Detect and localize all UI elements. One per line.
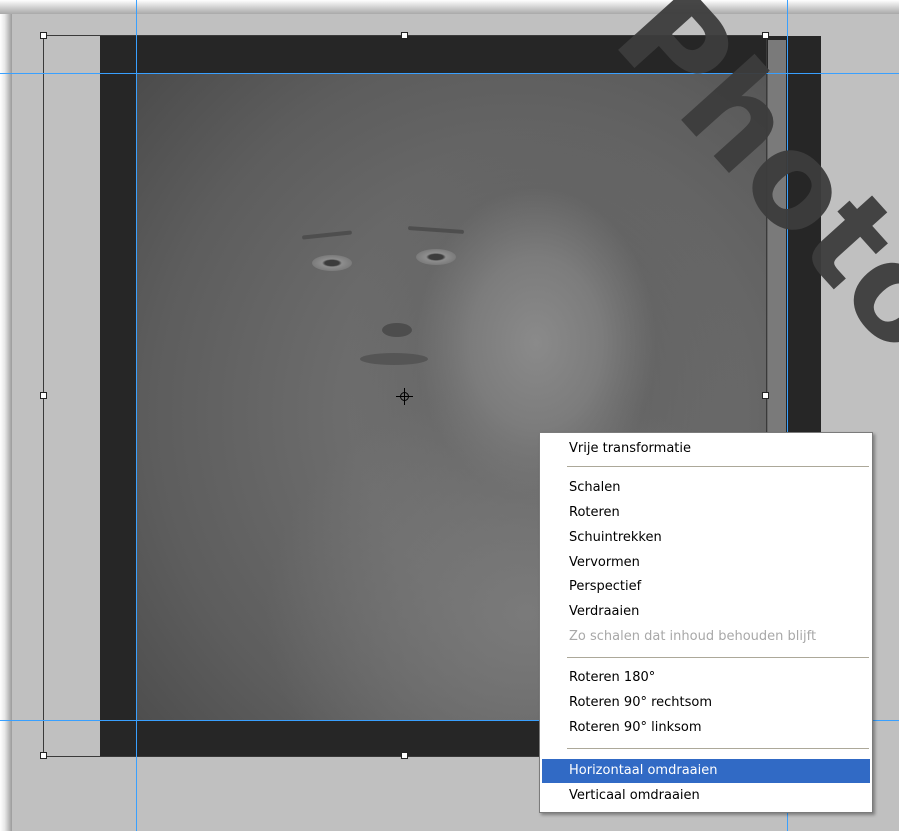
menu-item-rotate-90-cw[interactable]: Roteren 90° rechtsom <box>542 692 870 714</box>
menu-item-warp[interactable]: Verdraaien <box>542 601 870 623</box>
window-frame-top <box>0 0 899 14</box>
guide-horizontal-top[interactable] <box>0 73 899 74</box>
transform-handle-bottom-left[interactable] <box>40 752 47 759</box>
menu-item-content-aware-scale: Zo schalen dat inhoud behouden blijft <box>569 629 817 644</box>
menu-item-perspective[interactable]: Perspectief <box>542 576 870 598</box>
transform-handle-bottom-center[interactable] <box>401 752 408 759</box>
menu-item-skew[interactable]: Schuintrekken <box>542 527 870 549</box>
transform-handle-middle-left[interactable] <box>40 392 47 399</box>
transform-context-menu[interactable]: Vrije transformatie Schalen Roteren Schu… <box>539 432 873 813</box>
menu-item-rotate[interactable]: Roteren <box>542 502 870 524</box>
menu-item-scale[interactable]: Schalen <box>542 477 870 499</box>
menu-separator <box>567 657 869 659</box>
transform-handle-middle-right[interactable] <box>762 392 769 399</box>
menu-separator <box>567 466 869 468</box>
transform-handle-top-right[interactable] <box>762 32 769 39</box>
menu-item-free-transform[interactable]: Vrije transformatie <box>542 438 870 460</box>
reference-point-crosshair-icon[interactable] <box>396 388 413 405</box>
transform-handle-top-left[interactable] <box>40 32 47 39</box>
menu-item-rotate-180[interactable]: Roteren 180° <box>542 667 870 689</box>
menu-separator <box>567 748 869 750</box>
window-frame-left <box>0 14 12 831</box>
transform-handle-top-center[interactable] <box>401 32 408 39</box>
menu-item-flip-horizontal[interactable]: Horizontaal omdraaien <box>542 759 870 783</box>
menu-item-distort[interactable]: Vervormen <box>542 552 870 574</box>
guide-vertical-left[interactable] <box>136 0 137 831</box>
menu-item-flip-vertical[interactable]: Verticaal omdraaien <box>542 785 870 807</box>
menu-item-rotate-90-ccw[interactable]: Roteren 90° linksom <box>542 717 870 739</box>
